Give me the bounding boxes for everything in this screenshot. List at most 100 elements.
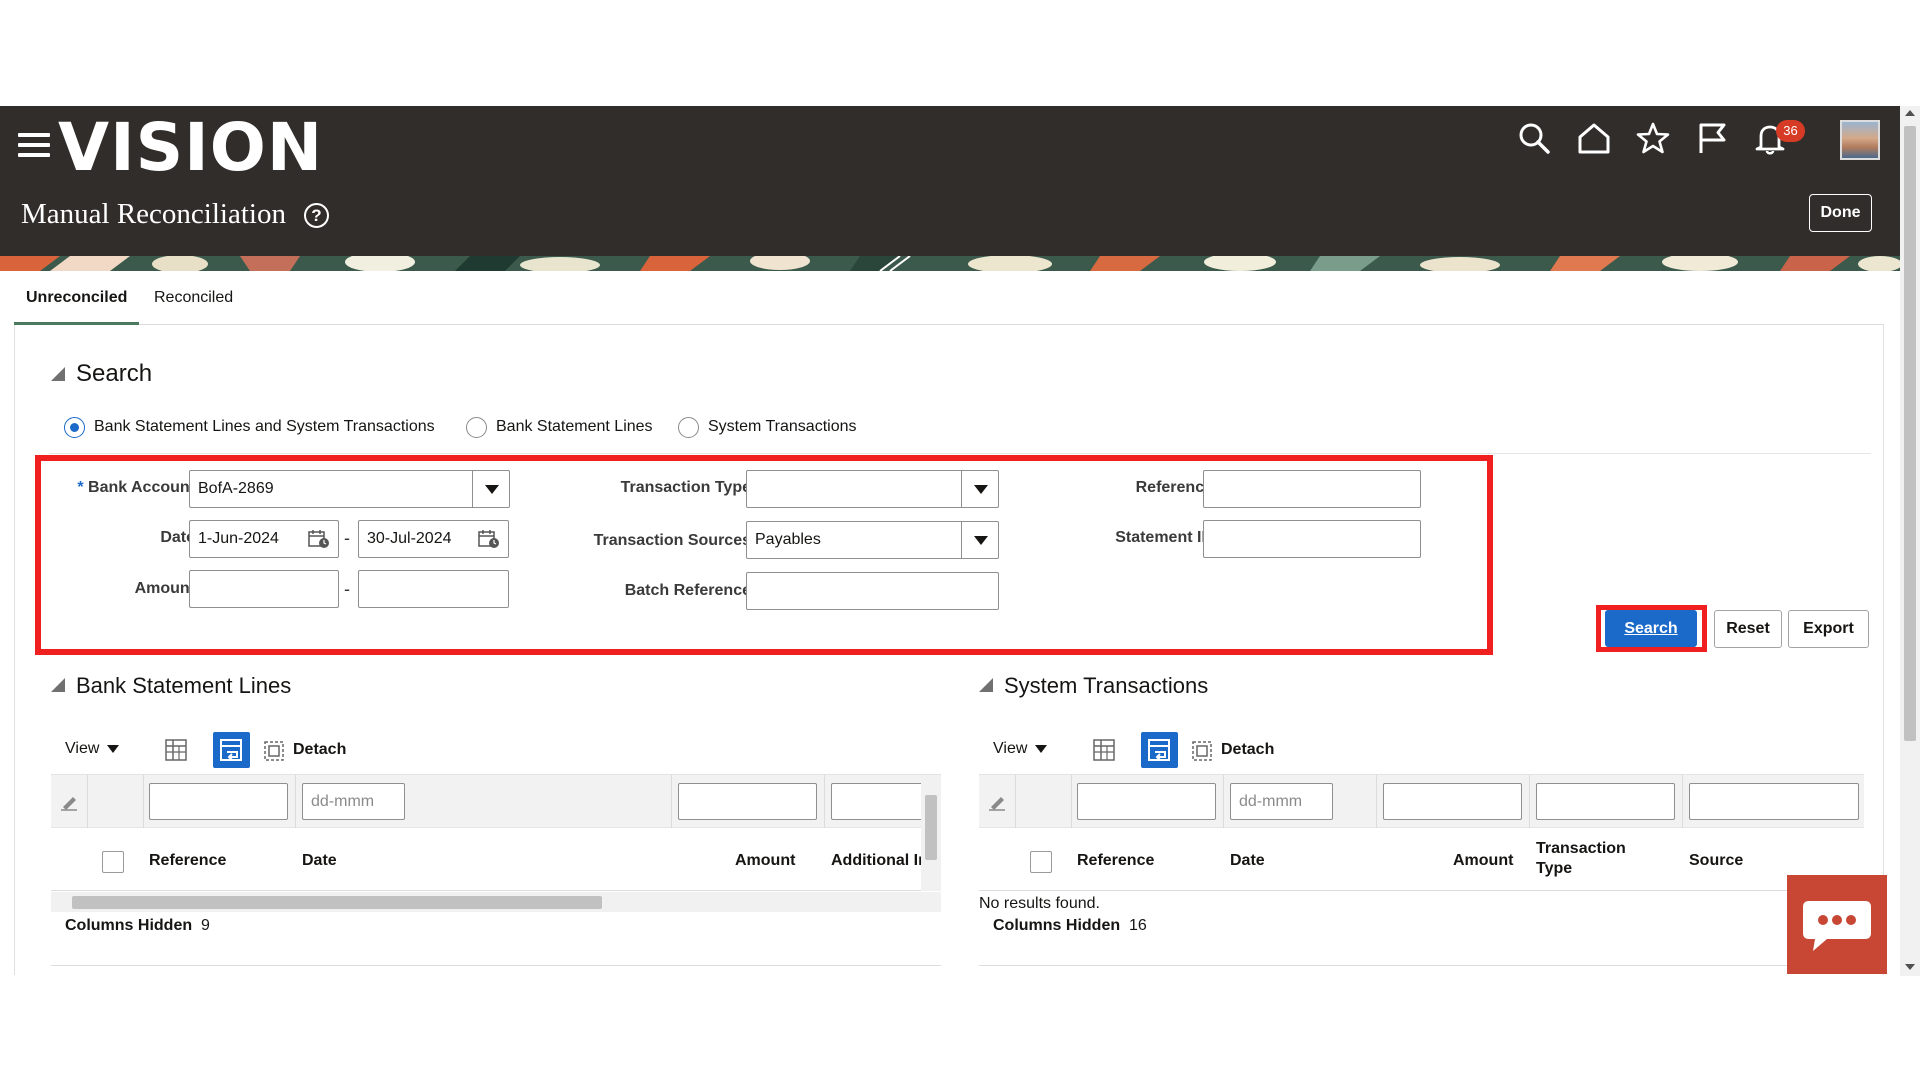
amount-to-input[interactable] (358, 570, 509, 608)
col-source[interactable]: Source (1689, 851, 1743, 871)
additional-info-filter-input[interactable] (831, 783, 931, 820)
date-filter-input[interactable]: dd-mmm (1230, 783, 1333, 820)
system-transactions-grid: dd-mmm Reference Date Amount Transaction… (979, 774, 1864, 914)
help-icon[interactable]: ? (304, 203, 329, 228)
amount-label: Amount (134, 580, 195, 597)
tab-unreconciled[interactable]: Unreconciled (14, 272, 140, 325)
bank-account-select[interactable]: BofA-2869 (189, 470, 510, 508)
amount-filter-input[interactable] (1383, 783, 1522, 820)
select-all-checkbox[interactable] (1030, 851, 1052, 873)
hamburger-icon[interactable] (18, 133, 50, 159)
transaction-type-select[interactable] (746, 470, 999, 508)
radio-indicator[interactable] (466, 416, 487, 438)
reference-filter-input[interactable] (149, 783, 288, 820)
collapse-system-transactions-icon[interactable] (979, 678, 993, 692)
radio-system-transactions[interactable]: System Transactions (678, 412, 857, 442)
column-separator (671, 775, 672, 828)
date-to-value: 30-Jul-2024 (367, 530, 452, 547)
bank-lines-hscroll-thumb[interactable] (72, 896, 602, 909)
reference-input[interactable] (1203, 470, 1421, 508)
col-reference[interactable]: Reference (149, 851, 226, 871)
date-to-input[interactable]: 30-Jul-2024 (358, 520, 509, 558)
col-date[interactable]: Date (1230, 851, 1265, 871)
col-additional-info[interactable]: Additional In (831, 851, 921, 871)
transaction-type-dropdown-icon[interactable] (961, 471, 998, 507)
system-transactions-filter-row: dd-mmm (979, 775, 1864, 828)
calendar-icon[interactable] (308, 529, 330, 549)
columns-hidden-count: 9 (201, 917, 210, 934)
done-button[interactable]: Done (1809, 194, 1872, 232)
system-transactions-header-row: Reference Date Amount Transaction Type S… (979, 829, 1864, 891)
scroll-down-arrow-icon[interactable] (1905, 964, 1915, 970)
select-all-checkbox[interactable] (102, 851, 124, 873)
source-filter-input[interactable] (1689, 783, 1859, 820)
star-icon[interactable] (1635, 120, 1671, 156)
bank-lines-vertical-scrollbar[interactable] (921, 775, 941, 891)
tab-reconciled[interactable]: Reconciled (142, 272, 245, 325)
flag-icon[interactable] (1694, 120, 1730, 156)
date-filter-input[interactable]: dd-mmm (302, 783, 405, 820)
vision-logo[interactable]: VISION (58, 108, 323, 188)
col-transaction-type[interactable]: Transaction Type (1536, 839, 1656, 879)
bank-account-value: BofA-2869 (198, 480, 274, 497)
scroll-up-arrow-icon[interactable] (1905, 110, 1915, 116)
collapse-search-icon[interactable] (51, 367, 65, 381)
transaction-sources-value: Payables (755, 531, 821, 548)
radio-bank-lines-and-system-transactions[interactable]: Bank Statement Lines and System Transact… (64, 412, 435, 442)
page-scroll-thumb[interactable] (1904, 126, 1916, 741)
bank-account-dropdown-icon[interactable] (472, 471, 509, 507)
col-amount[interactable]: Amount (1453, 851, 1513, 871)
freeze-icon[interactable] (1091, 737, 1117, 763)
clear-filter-icon[interactable] (59, 791, 79, 811)
detach-label[interactable]: Detach (293, 741, 346, 759)
search-divider (49, 453, 1871, 454)
content-panel: Search Bank Statement Lines and System T… (14, 325, 1884, 975)
radio-indicator-checked[interactable] (64, 416, 85, 438)
batch-reference-input[interactable] (746, 572, 999, 610)
search-icon[interactable] (1516, 120, 1552, 156)
col-amount[interactable]: Amount (735, 851, 795, 871)
chat-icon[interactable] (1787, 875, 1887, 974)
transaction-type-filter-input[interactable] (1536, 783, 1675, 820)
radio-bank-statement-lines[interactable]: Bank Statement Lines (466, 412, 653, 442)
reference-filter-input[interactable] (1077, 783, 1216, 820)
wrap-icon[interactable] (1141, 732, 1178, 768)
statement-id-input[interactable] (1203, 520, 1421, 558)
batch-reference-label: Batch Reference (624, 582, 751, 599)
amount-from-input[interactable] (189, 570, 339, 608)
date-filter-placeholder: dd-mmm (311, 793, 375, 810)
statement-id-label: Statement ID (1115, 529, 1213, 546)
decorative-banner (0, 256, 1900, 271)
bank-lines-view-menu[interactable]: View (65, 740, 119, 758)
transaction-sources-dropdown-icon[interactable] (961, 522, 998, 558)
reset-button[interactable]: Reset (1714, 610, 1782, 648)
system-transactions-columns-hidden: Columns Hidden 16 (993, 917, 1147, 935)
collapse-bank-lines-icon[interactable] (51, 678, 65, 692)
export-button[interactable]: Export (1788, 610, 1869, 648)
bank-account-label: * Bank Account (55, 478, 195, 498)
clear-filter-icon[interactable] (987, 791, 1007, 811)
page-vertical-scrollbar[interactable] (1900, 106, 1920, 976)
bank-lines-vscroll-thumb[interactable] (925, 795, 937, 860)
notification-badge: 36 (1776, 120, 1805, 142)
user-avatar[interactable] (1840, 120, 1880, 160)
date-from-input[interactable]: 1-Jun-2024 (189, 520, 339, 558)
calendar-icon[interactable] (478, 529, 500, 549)
freeze-icon[interactable] (163, 737, 189, 763)
wrap-icon[interactable] (213, 732, 250, 768)
transaction-sources-select[interactable]: Payables (746, 521, 999, 559)
col-date[interactable]: Date (302, 851, 337, 871)
detach-icon[interactable] (1191, 740, 1213, 762)
bank-lines-horizontal-scrollbar[interactable] (51, 892, 941, 912)
bank-statement-lines-section: Bank Statement Lines View Detach dd-mmm … (15, 660, 941, 975)
radio-indicator[interactable] (678, 416, 699, 438)
detach-icon[interactable] (263, 740, 285, 762)
amount-filter-input[interactable] (678, 783, 817, 820)
col-reference[interactable]: Reference (1077, 851, 1154, 871)
system-transactions-view-menu[interactable]: View (993, 740, 1047, 758)
column-separator (1376, 775, 1377, 828)
search-button[interactable]: Search (1605, 610, 1697, 647)
home-icon[interactable] (1576, 120, 1612, 156)
detach-label[interactable]: Detach (1221, 741, 1274, 759)
page-title: Manual Reconciliation (21, 198, 286, 230)
